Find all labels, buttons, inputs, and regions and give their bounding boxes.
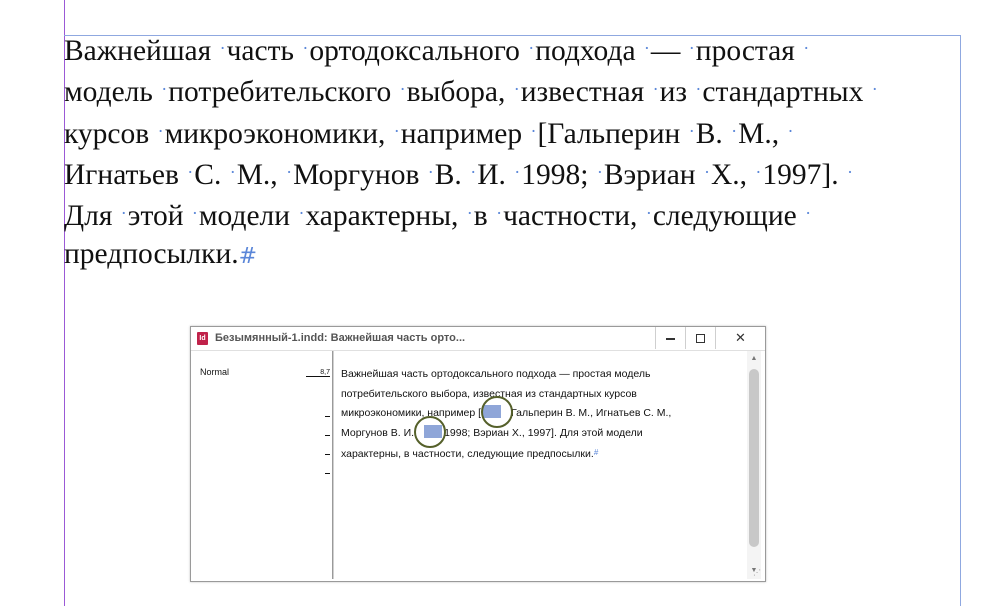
space-marker: · [645, 203, 652, 224]
space-marker: · [157, 120, 164, 141]
index-marker-tag[interactable] [481, 396, 514, 428]
space-marker: · [528, 38, 535, 58]
text-line-2: модель ·потребительского ·выбора, ·извес… [64, 76, 878, 109]
scroll-up-icon[interactable]: ▲ [747, 353, 761, 365]
space-marker: · [530, 120, 537, 141]
space-marker: · [393, 120, 400, 141]
maximize-icon [696, 334, 705, 344]
tag-highlight-ring [481, 396, 514, 428]
space-marker: · [755, 161, 762, 182]
space-marker: · [731, 120, 738, 141]
space-marker: · [688, 38, 695, 58]
space-marker: · [427, 161, 434, 182]
text-line-1: Важнейшая ·часть ·ортодоксального ·подхо… [64, 35, 810, 67]
tag-highlight-ring [414, 415, 447, 448]
space-marker: · [120, 203, 127, 224]
story-line-1: Важнейшая часть ортодоксального подхода … [341, 368, 651, 380]
line-tick [325, 435, 330, 436]
space-marker: · [803, 38, 810, 58]
space-marker: · [496, 203, 503, 224]
index-marker-tag[interactable] [414, 415, 447, 448]
space-marker: · [161, 79, 168, 100]
line-tick [325, 473, 330, 474]
story-line-3: микроэкономики, например [Гальперин В. М… [341, 396, 741, 428]
space-marker: · [298, 203, 305, 224]
story-end-marker: # [593, 448, 599, 457]
space-marker: · [688, 120, 695, 141]
space-marker: · [229, 161, 236, 182]
text-line-6: предпосылки.# [64, 238, 258, 271]
column-divider[interactable] [333, 351, 334, 579]
story-line-4: Моргунов В. И. 1998; Вэриан Х., 1997]. Дл… [341, 415, 741, 448]
end-of-story-marker: # [238, 244, 258, 270]
text-line-4: Игнатьев ·С. ·М., ·Моргунов ·В. ·И. ·199… [64, 158, 853, 191]
story-editor-titlebar[interactable]: Id Безымянный-1.indd: Важнейшая часть ор… [191, 327, 765, 351]
story-line-5: характерны, в частности, следующие предп… [341, 448, 599, 460]
space-marker: · [652, 79, 659, 100]
minimize-button[interactable] [655, 327, 685, 349]
space-marker: · [514, 161, 521, 182]
story-editor-window[interactable]: Id Безымянный-1.indd: Важнейшая часть ор… [190, 326, 766, 582]
space-marker: · [191, 203, 198, 224]
space-marker: · [399, 79, 406, 100]
space-marker: · [846, 161, 853, 182]
text-line-3: курсов ·микроэкономики, ·например ·[Галь… [64, 117, 794, 150]
space-marker: · [219, 38, 226, 58]
line-tick [325, 454, 330, 455]
paragraph-style-name: Normal [200, 367, 230, 377]
space-marker: · [703, 161, 710, 182]
space-marker: · [871, 79, 878, 100]
story-line-2: потребительского выбора, известная из ст… [341, 387, 637, 400]
space-marker: · [470, 161, 477, 182]
space-marker: · [302, 38, 309, 58]
document-canvas[interactable]: Важнейшая ·часть ·ортодоксального ·подхо… [0, 0, 1002, 606]
space-marker: · [466, 203, 473, 224]
close-button[interactable]: ✕ [715, 327, 765, 349]
story-text-area[interactable]: Важнейшая часть ортодоксального подхода … [341, 365, 741, 463]
space-marker: · [596, 161, 603, 182]
vertical-scrollbar[interactable]: ▲ ▼ [747, 351, 761, 579]
minimize-icon [666, 337, 675, 340]
scrollbar-thumb[interactable] [749, 369, 759, 547]
style-name-column[interactable]: Normal 8,7 [191, 351, 333, 579]
space-marker: · [787, 120, 794, 141]
line-tick [325, 416, 330, 417]
space-marker: · [286, 161, 293, 182]
depth-ruler-value: 8,7 [306, 369, 330, 377]
space-marker: · [695, 79, 702, 100]
resize-grip-icon[interactable]: ⋰ [747, 567, 761, 579]
space-marker: · [187, 161, 194, 182]
space-marker: · [643, 38, 650, 58]
story-editor-title: Безымянный-1.indd: Важнейшая часть орто.… [215, 332, 466, 344]
maximize-button[interactable] [685, 327, 715, 349]
close-icon: ✕ [735, 330, 746, 345]
space-marker: · [513, 79, 520, 100]
text-frame[interactable]: Важнейшая ·часть ·ортодоксального ·подхо… [64, 28, 964, 276]
space-marker: · [805, 203, 812, 224]
text-line-5: Для ·этой ·модели ·характерны, ·в ·частн… [64, 200, 812, 233]
indesign-app-icon: Id [197, 332, 208, 345]
